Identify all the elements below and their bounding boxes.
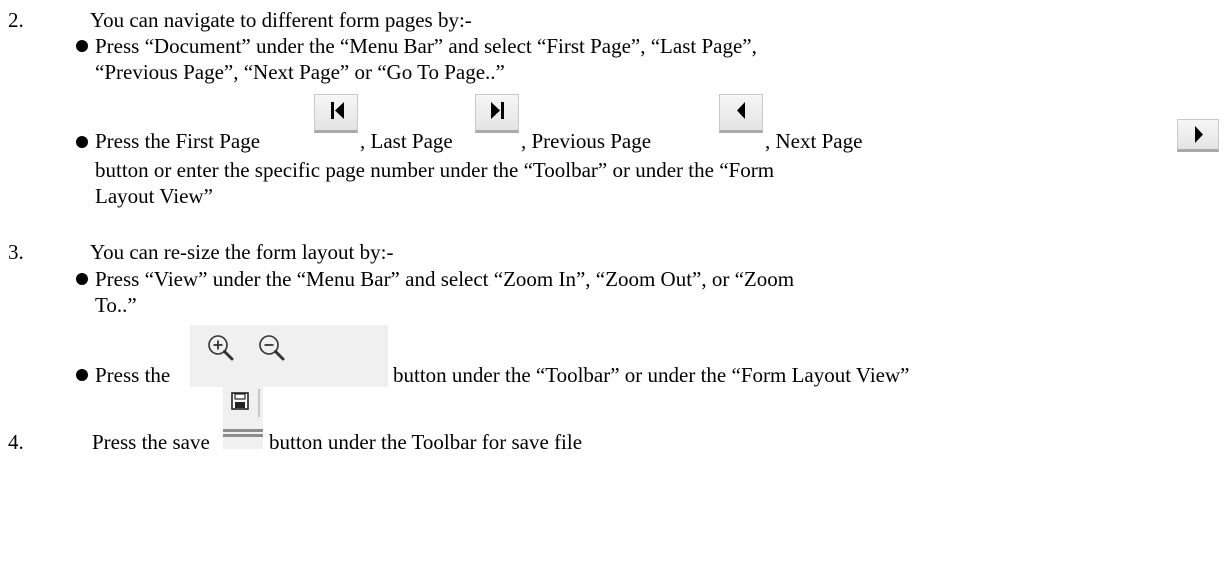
bullet-marker — [76, 273, 88, 285]
bullet-text: , Previous Page — [521, 129, 652, 153]
item-heading-2: You can navigate to different form pages… — [90, 8, 472, 32]
item-number-2: 2. — [8, 8, 24, 32]
bullet-text: button under the “Toolbar” or under the … — [393, 363, 910, 387]
item-text-4b: button under the Toolbar for save file — [269, 430, 583, 454]
bullet-marker — [76, 369, 88, 381]
bullet-text: Press “Document” under the “Menu Bar” an… — [95, 34, 757, 58]
last-page-icon — [475, 94, 519, 133]
bullet-text: To..” — [95, 293, 137, 317]
item-heading-3: You can re-size the form layout by:- — [90, 240, 394, 264]
item-number-3: 3. — [8, 240, 24, 264]
bullet-text: “Previous Page”, “Next Page” or “Go To P… — [95, 60, 505, 84]
bullet-text: Press the First Page — [95, 129, 261, 153]
zoom-in-icon — [208, 335, 234, 361]
zoom-icons — [208, 335, 285, 361]
zoom-toolbar-strip — [190, 325, 388, 387]
previous-page-icon — [719, 94, 763, 133]
bullet-text: button or enter the specific page number… — [95, 158, 775, 182]
first-page-icon — [314, 94, 358, 133]
zoom-out-icon — [259, 335, 285, 361]
bullet-text: Press the — [95, 363, 171, 387]
item-number-4: 4. — [8, 430, 24, 454]
bullet-text: , Last Page — [360, 129, 453, 153]
item-text-4a: Press the save — [92, 430, 210, 454]
bullet-text: , Next Page — [765, 129, 863, 153]
next-page-icon — [1177, 119, 1219, 152]
bullet-marker — [76, 40, 88, 52]
save-icon — [223, 387, 263, 449]
bullet-text: Layout View” — [95, 184, 213, 208]
bullet-marker — [76, 136, 88, 148]
bullet-text: Press “View” under the “Menu Bar” and se… — [95, 267, 795, 291]
